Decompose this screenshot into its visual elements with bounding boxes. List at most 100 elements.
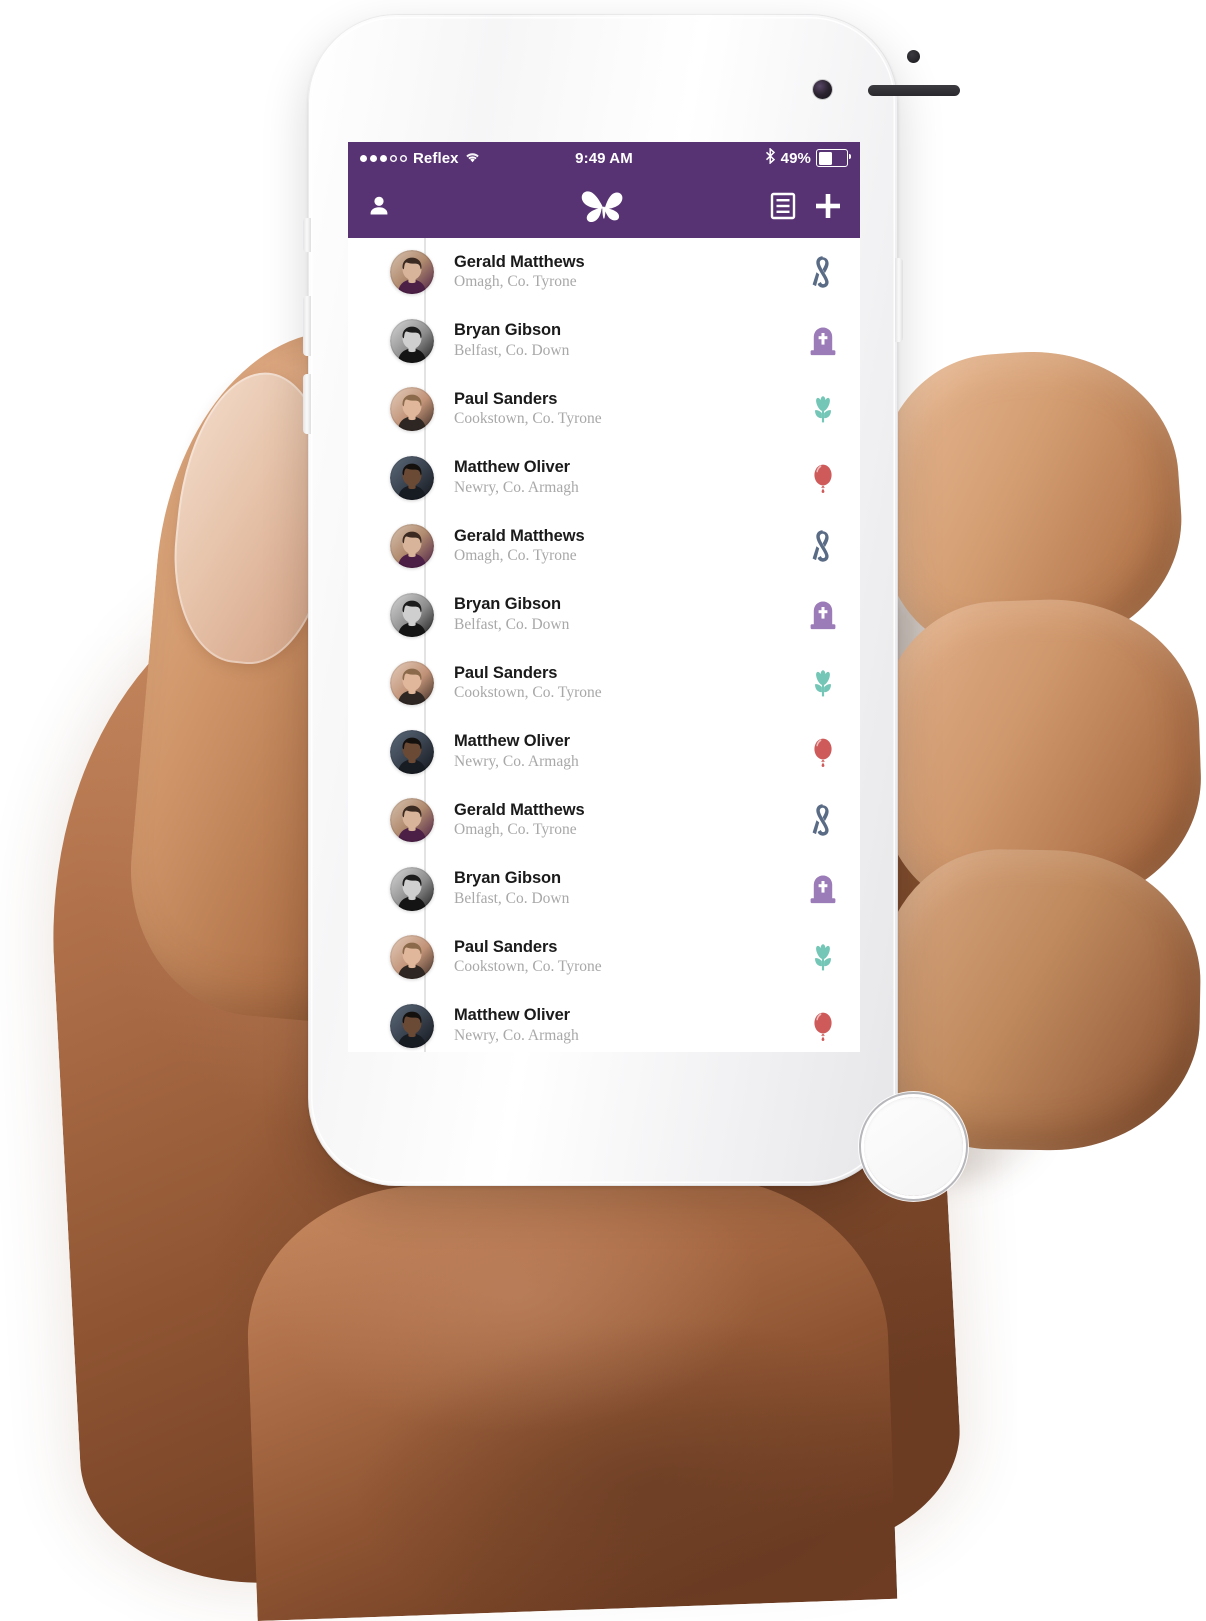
- list-item-location: Belfast, Co. Down: [454, 341, 570, 359]
- list-item-text: Gerald Matthews Omagh, Co. Tyrone: [454, 527, 585, 566]
- list-item-name: Paul Sanders: [454, 937, 558, 956]
- signal-dot: [380, 154, 387, 162]
- list-item[interactable]: Matthew Oliver Newry, Co. Armagh: [348, 992, 860, 1053]
- carrier-label: Reflex: [413, 149, 459, 167]
- wrist: [242, 1168, 898, 1621]
- list-item-text: Gerald Matthews Omagh, Co. Tyrone: [454, 801, 585, 840]
- gravestone-icon[interactable]: [806, 598, 840, 632]
- list-item[interactable]: Bryan Gibson Belfast, Co. Down: [348, 855, 860, 924]
- list-item-location: Cookstown, Co. Tyrone: [454, 684, 602, 702]
- ribbon-icon[interactable]: [806, 803, 840, 837]
- balloon-icon[interactable]: [806, 735, 840, 769]
- avatar-gerald[interactable]: [390, 250, 434, 295]
- list-item-name: Paul Sanders: [454, 663, 558, 682]
- wifi-icon: [465, 150, 480, 167]
- list-item[interactable]: Paul Sanders Cookstown, Co. Tyrone: [348, 375, 860, 444]
- proximity-sensor-icon: [907, 50, 920, 63]
- list-item-name: Matthew Oliver: [454, 732, 570, 751]
- tulip-icon[interactable]: [806, 666, 840, 700]
- tulip-icon[interactable]: [806, 392, 840, 426]
- avatar-matthew[interactable]: [390, 455, 434, 500]
- avatar-matthew[interactable]: [390, 729, 434, 774]
- list-item[interactable]: Matthew Oliver Newry, Co. Armagh: [348, 718, 860, 787]
- list-item-location: Newry, Co. Armagh: [454, 1026, 579, 1044]
- signal-dot: [360, 154, 367, 162]
- phone-screen: Reflex 9:49 AM 49% Gerald Matthews Omagh…: [348, 142, 860, 1052]
- list-item[interactable]: Bryan Gibson Belfast, Co. Down: [348, 307, 860, 376]
- list-item[interactable]: Gerald Matthews Omagh, Co. Tyrone: [348, 786, 860, 855]
- avatar-gerald[interactable]: [390, 798, 434, 843]
- list-item-text: Bryan Gibson Belfast, Co. Down: [454, 869, 569, 908]
- app-nav-bar: [348, 174, 860, 238]
- nav-right-actions: [770, 192, 842, 220]
- signal-strength-icon: [360, 154, 407, 162]
- list-item-name: Matthew Oliver: [454, 458, 570, 477]
- avatar-matthew[interactable]: [390, 1003, 434, 1048]
- signal-dot: [370, 154, 377, 162]
- list-item[interactable]: Bryan Gibson Belfast, Co. Down: [348, 581, 860, 650]
- battery-fill: [818, 151, 832, 165]
- ribbon-icon[interactable]: [806, 529, 840, 563]
- gravestone-icon[interactable]: [806, 872, 840, 906]
- ribbon-icon[interactable]: [806, 255, 840, 289]
- tulip-icon[interactable]: [806, 940, 840, 974]
- battery-percent-label: 49%: [780, 149, 811, 167]
- balloon-icon[interactable]: [806, 1009, 840, 1043]
- list-item-name: Matthew Oliver: [454, 1006, 570, 1025]
- avatar-gerald[interactable]: [390, 524, 434, 569]
- bluetooth-icon: [765, 147, 776, 168]
- avatar-paul[interactable]: [390, 661, 434, 706]
- list-item-location: Cookstown, Co. Tyrone: [454, 410, 602, 428]
- list-item-text: Paul Sanders Cookstown, Co. Tyrone: [454, 664, 602, 703]
- list-item-text: Bryan Gibson Belfast, Co. Down: [454, 321, 569, 360]
- list-item-name: Paul Sanders: [454, 389, 558, 408]
- list-item-location: Cookstown, Co. Tyrone: [454, 958, 602, 976]
- list-item[interactable]: Gerald Matthews Omagh, Co. Tyrone: [348, 238, 860, 307]
- list-item-location: Newry, Co. Armagh: [454, 478, 579, 496]
- list-item-text: Bryan Gibson Belfast, Co. Down: [454, 595, 569, 634]
- gravestone-icon[interactable]: [806, 324, 840, 358]
- document-list-icon[interactable]: [770, 192, 796, 220]
- person-icon[interactable]: [366, 193, 392, 219]
- list-item-text: Paul Sanders Cookstown, Co. Tyrone: [454, 938, 602, 977]
- earpiece-speaker: [868, 85, 960, 96]
- balloon-icon[interactable]: [806, 461, 840, 495]
- list-item-name: Bryan Gibson: [454, 595, 561, 614]
- signal-dot: [390, 155, 397, 162]
- avatar-paul[interactable]: [390, 935, 434, 980]
- list-item-text: Paul Sanders Cookstown, Co. Tyrone: [454, 390, 602, 429]
- front-camera-icon: [813, 80, 832, 99]
- memorial-list[interactable]: Gerald Matthews Omagh, Co. Tyrone Bryan Gi…: [348, 238, 860, 1052]
- signal-dot: [400, 155, 407, 162]
- status-bar: Reflex 9:49 AM 49%: [348, 142, 860, 174]
- list-item-text: Matthew Oliver Newry, Co. Armagh: [454, 1006, 579, 1045]
- volume-up-button[interactable]: [303, 296, 311, 356]
- mute-switch[interactable]: [303, 218, 311, 252]
- power-button[interactable]: [895, 258, 903, 342]
- list-item-text: Gerald Matthews Omagh, Co. Tyrone: [454, 253, 585, 292]
- list-item-location: Belfast, Co. Down: [454, 889, 570, 907]
- status-right: 49%: [765, 147, 852, 168]
- list-item[interactable]: Paul Sanders Cookstown, Co. Tyrone: [348, 649, 860, 718]
- index-finger: [869, 341, 1191, 663]
- avatar-bryan[interactable]: [390, 592, 434, 637]
- middle-finger: [874, 594, 1206, 916]
- list-item-location: Omagh, Co. Tyrone: [454, 821, 577, 839]
- list-item-text: Matthew Oliver Newry, Co. Armagh: [454, 732, 579, 771]
- avatar-bryan[interactable]: [390, 318, 434, 363]
- avatar-bryan[interactable]: [390, 866, 434, 911]
- list-item[interactable]: Gerald Matthews Omagh, Co. Tyrone: [348, 512, 860, 581]
- list-item-location: Omagh, Co. Tyrone: [454, 273, 577, 291]
- list-item-location: Newry, Co. Armagh: [454, 752, 579, 770]
- list-item-location: Omagh, Co. Tyrone: [454, 547, 577, 565]
- list-item-name: Bryan Gibson: [454, 869, 561, 888]
- list-item[interactable]: Matthew Oliver Newry, Co. Armagh: [348, 444, 860, 513]
- volume-down-button[interactable]: [303, 374, 311, 434]
- list-item[interactable]: Paul Sanders Cookstown, Co. Tyrone: [348, 923, 860, 992]
- plus-icon[interactable]: [814, 192, 842, 220]
- home-button[interactable]: [864, 1097, 963, 1196]
- battery-icon: [816, 149, 852, 167]
- list-item-name: Gerald Matthews: [454, 526, 585, 545]
- avatar-paul[interactable]: [390, 387, 434, 432]
- list-item-text: Matthew Oliver Newry, Co. Armagh: [454, 458, 579, 497]
